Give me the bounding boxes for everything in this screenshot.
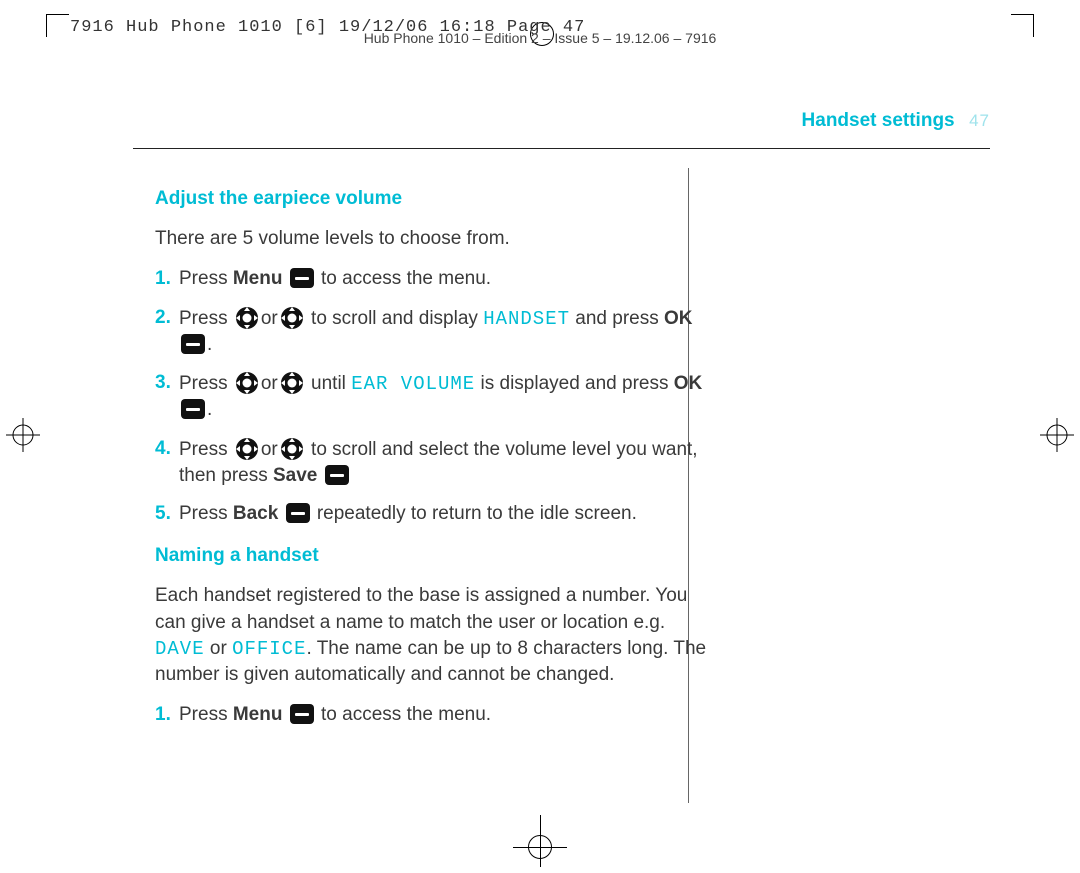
steps-naming-handset: 1. Press Menu to access the menu. [155, 702, 715, 728]
step-1: 1. Press Menu to access the menu. [155, 266, 715, 292]
softkey-icon [286, 503, 310, 523]
nav-icon [279, 370, 305, 396]
proof-subheader: Hub Phone 1010 – Edition 2 – Issue 5 – 1… [0, 30, 1080, 46]
page-number: 47 [969, 111, 990, 130]
intro-adjust-earpiece: There are 5 volume levels to choose from… [155, 226, 715, 252]
lcd-text: EAR VOLUME [351, 373, 475, 395]
registration-mark-left [6, 418, 40, 452]
lcd-text: HANDSET [483, 308, 570, 330]
body-content: Adjust the earpiece volume There are 5 v… [155, 170, 715, 745]
title-rule [133, 148, 990, 149]
step-number: 2. [155, 305, 171, 331]
softkey-icon [181, 399, 205, 419]
step-number: 4. [155, 436, 171, 462]
softkey-icon [181, 334, 205, 354]
registration-mark-right [1040, 418, 1074, 452]
step-number: 1. [155, 702, 171, 728]
heading-naming-handset: Naming a handset [155, 543, 715, 569]
nav-icon [234, 305, 260, 331]
step-3: 3. Press or until EAR VOLUME is displaye… [155, 370, 715, 423]
nav-icon [234, 436, 260, 462]
lcd-text: DAVE [155, 638, 205, 660]
step-number: 5. [155, 501, 171, 527]
step-number: 1. [155, 266, 171, 292]
registration-mark-bottom [0, 827, 1080, 867]
lcd-text: OFFICE [232, 638, 306, 660]
step-number: 3. [155, 370, 171, 396]
nav-icon [279, 305, 305, 331]
section-title: Handset settings [802, 110, 955, 131]
step-4: 4. Press or to scroll and select the vol… [155, 436, 715, 489]
steps-adjust-earpiece: 1. Press Menu to access the menu. 2. Pre… [155, 266, 715, 527]
softkey-icon [290, 268, 314, 288]
step-5: 5. Press Back repeatedly to return to th… [155, 501, 715, 527]
step-1: 1. Press Menu to access the menu. [155, 702, 715, 728]
nav-icon [234, 370, 260, 396]
step-2: 2. Press or to scroll and display HANDSE… [155, 305, 715, 358]
softkey-icon [290, 704, 314, 724]
intro-naming-handset: Each handset registered to the base is a… [155, 583, 715, 688]
heading-adjust-earpiece: Adjust the earpiece volume [155, 186, 715, 212]
nav-icon [279, 436, 305, 462]
page-title-row: Handset settings 47 [133, 110, 990, 132]
softkey-icon [325, 465, 349, 485]
